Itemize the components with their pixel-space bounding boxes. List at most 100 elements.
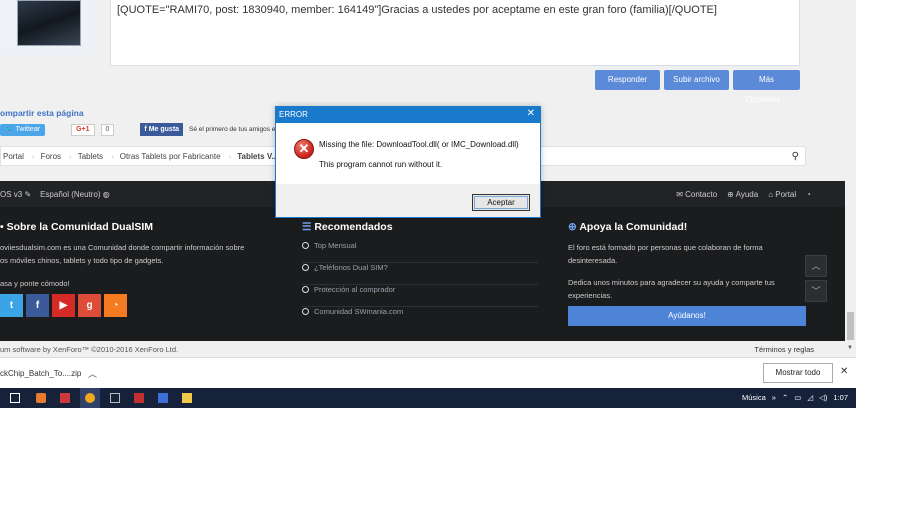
circle-icon — [302, 286, 309, 293]
scroll-up-button[interactable]: ︿ — [805, 255, 827, 277]
about-text-2: os móviles chinos, tablets y todo tipo d… — [0, 256, 164, 265]
circle-icon — [302, 308, 309, 315]
upload-file-button[interactable]: Subir archivo — [664, 70, 729, 90]
dialog-footer: Aceptar — [276, 184, 540, 217]
avatar[interactable] — [17, 0, 81, 46]
recommended-item[interactable]: ¿Teléfonos Dual SIM? — [302, 263, 538, 285]
dialog-message-1: Missing the file: DownloadTool.dll( or I… — [319, 140, 519, 149]
footer-help-link[interactable]: ⊕ Ayuda — [727, 190, 758, 199]
support-text-2: desinteresada. — [568, 256, 618, 265]
download-bar: ckChip_Batch_To....zip ︿ Mostrar todo ✕ — [0, 357, 856, 388]
clock[interactable]: 1:07 — [833, 393, 848, 402]
gplus-button[interactable]: G+1 — [71, 123, 95, 136]
breadcrumb-other-tablets[interactable]: Otras Tablets por Fabricante — [120, 152, 229, 161]
language-chooser[interactable]: Español (Neutro) — [40, 190, 100, 199]
twitter-icon[interactable]: t — [0, 294, 23, 317]
dialog-title: ERROR — [279, 110, 308, 119]
app-icon[interactable] — [36, 393, 46, 403]
breadcrumb-tablets[interactable]: Tablets — [78, 152, 111, 161]
help-icon: ⊕ — [727, 190, 736, 199]
close-icon[interactable]: ✕ — [840, 366, 848, 377]
scroll-down-arrow-icon[interactable]: ▼ — [847, 345, 853, 351]
twitter-icon: 🐦 — [5, 125, 14, 133]
chevron-down-icon: ﹀ — [811, 286, 821, 296]
reply-editor[interactable]: [QUOTE="RAMI70, post: 1830940, member: 1… — [110, 0, 800, 66]
error-icon: ✕ — [294, 139, 314, 159]
recommended-title: ☰ Recomendados — [302, 221, 393, 233]
copyright-bar: um software by XenForo™ ©2010-2016 XenFo… — [0, 341, 845, 357]
chevron-up-icon[interactable]: ︿ — [88, 367, 97, 380]
chevron-right-icon[interactable]: » — [772, 393, 776, 402]
help-us-button[interactable]: Ayúdanos! — [568, 306, 806, 326]
scroll-down-button[interactable]: ﹀ — [805, 280, 827, 302]
wifi-icon[interactable]: ◿ — [807, 393, 813, 402]
breadcrumb-separator: › — [69, 151, 72, 161]
download-item[interactable]: ckChip_Batch_To....zip — [0, 369, 81, 378]
breadcrumb-forums[interactable]: Foros — [41, 152, 69, 161]
gplus-count: 0 — [100, 123, 115, 136]
list-icon: ☰ — [302, 221, 315, 233]
editor-buttons: Responder Subir archivo Más Opciones... — [595, 70, 800, 104]
footer-portal-link[interactable]: ⌂ Portal — [768, 190, 796, 199]
taskbar: Música » ⌃ ▭ ◿ ◁) 1:07 — [0, 388, 856, 408]
rss-feed-icon[interactable]: ◔ — [104, 294, 127, 317]
support-text-1: El foro está formado por personas que co… — [568, 243, 763, 252]
music-label[interactable]: Música — [742, 393, 766, 402]
show-all-button[interactable]: Mostrar todo — [763, 363, 833, 383]
avatar-container — [0, 0, 95, 55]
app-icon[interactable] — [60, 393, 70, 403]
support-text-4: experiencias. — [568, 291, 613, 300]
chevron-up-icon: ︿ — [811, 261, 821, 271]
recommended-item[interactable]: Protección al comprador — [302, 285, 538, 307]
globe-icon: ◍ — [102, 190, 110, 199]
footer-links: ✉ Contacto ⊕ Ayuda ⌂ Portal ◔ — [676, 190, 811, 199]
app-icon[interactable] — [158, 393, 168, 403]
circle-icon — [302, 264, 309, 271]
social-icons: t f ▶ g ◔ — [0, 294, 127, 317]
breadcrumb-separator: › — [228, 151, 232, 161]
recommended-item[interactable]: Comunidad SWmania.com — [302, 307, 538, 329]
sitemap-icon[interactable]: ⚲ — [792, 151, 799, 162]
footer-contact-link[interactable]: ✉ Contacto — [676, 190, 717, 199]
screen: [QUOTE="RAMI70, post: 1830940, member: 1… — [0, 0, 856, 408]
page-scrollbar[interactable]: ▼ — [845, 0, 856, 357]
error-dialog: ERROR ✕ ✕ Missing the file: DownloadTool… — [275, 106, 541, 218]
volume-icon[interactable]: ◁) — [819, 393, 827, 402]
googleplus-icon[interactable]: g — [78, 294, 101, 317]
recommended-item[interactable]: Top Mensual — [302, 241, 538, 263]
app-icon[interactable] — [134, 393, 144, 403]
twitter-button[interactable]: 🐦 Twittear — [0, 123, 46, 136]
circle-icon — [302, 242, 309, 249]
file-explorer-icon[interactable] — [182, 393, 192, 403]
task-view-icon[interactable] — [10, 393, 20, 403]
share-row: 🐦 Twittear G+1 0 f Me gusta Sé el primer… — [0, 123, 286, 136]
about-title: • Sobre la Comunidad DualSIM — [0, 221, 154, 233]
reply-button[interactable]: Responder — [595, 70, 660, 90]
app-icon[interactable] — [110, 393, 120, 403]
dialog-message-2: This program cannot run without it. — [319, 160, 443, 169]
youtube-icon[interactable]: ▶ — [52, 294, 75, 317]
mail-icon: ✉ — [676, 190, 686, 199]
facebook-icon[interactable]: f — [26, 294, 49, 317]
dialog-title-bar: ERROR ✕ — [276, 107, 540, 123]
more-options-button[interactable]: Más Opciones... — [733, 70, 800, 104]
scrollbar-thumb[interactable] — [847, 312, 854, 340]
chevron-up-icon[interactable]: ⌃ — [782, 393, 788, 402]
battery-icon[interactable]: ▭ — [794, 393, 801, 402]
style-chooser[interactable]: OS v3 — [0, 190, 22, 199]
terms-link[interactable]: Términos y reglas — [754, 345, 814, 354]
breadcrumb-separator: › — [31, 151, 35, 161]
brush-icon: ✎ — [24, 190, 34, 199]
about-text-3: asa y ponte cómodo! — [0, 279, 70, 288]
accept-button[interactable]: Aceptar — [472, 194, 530, 211]
about-text-1: oviiesdualsim.com es una Comunidad donde… — [0, 243, 245, 252]
rss-icon[interactable]: ◔ — [806, 190, 811, 199]
about-icon: • — [0, 221, 7, 233]
facebook-icon: f — [144, 126, 147, 133]
facebook-like-text: Sé el primero de tus amigos en ... — [189, 126, 287, 133]
breadcrumb-portal[interactable]: Portal — [1, 152, 32, 161]
copyright-text: um software by XenForo™ ©2010-2016 XenFo… — [0, 345, 179, 354]
facebook-like-button[interactable]: f Me gusta — [140, 123, 184, 136]
close-icon[interactable]: ✕ — [527, 108, 535, 119]
chrome-icon[interactable] — [85, 393, 95, 403]
